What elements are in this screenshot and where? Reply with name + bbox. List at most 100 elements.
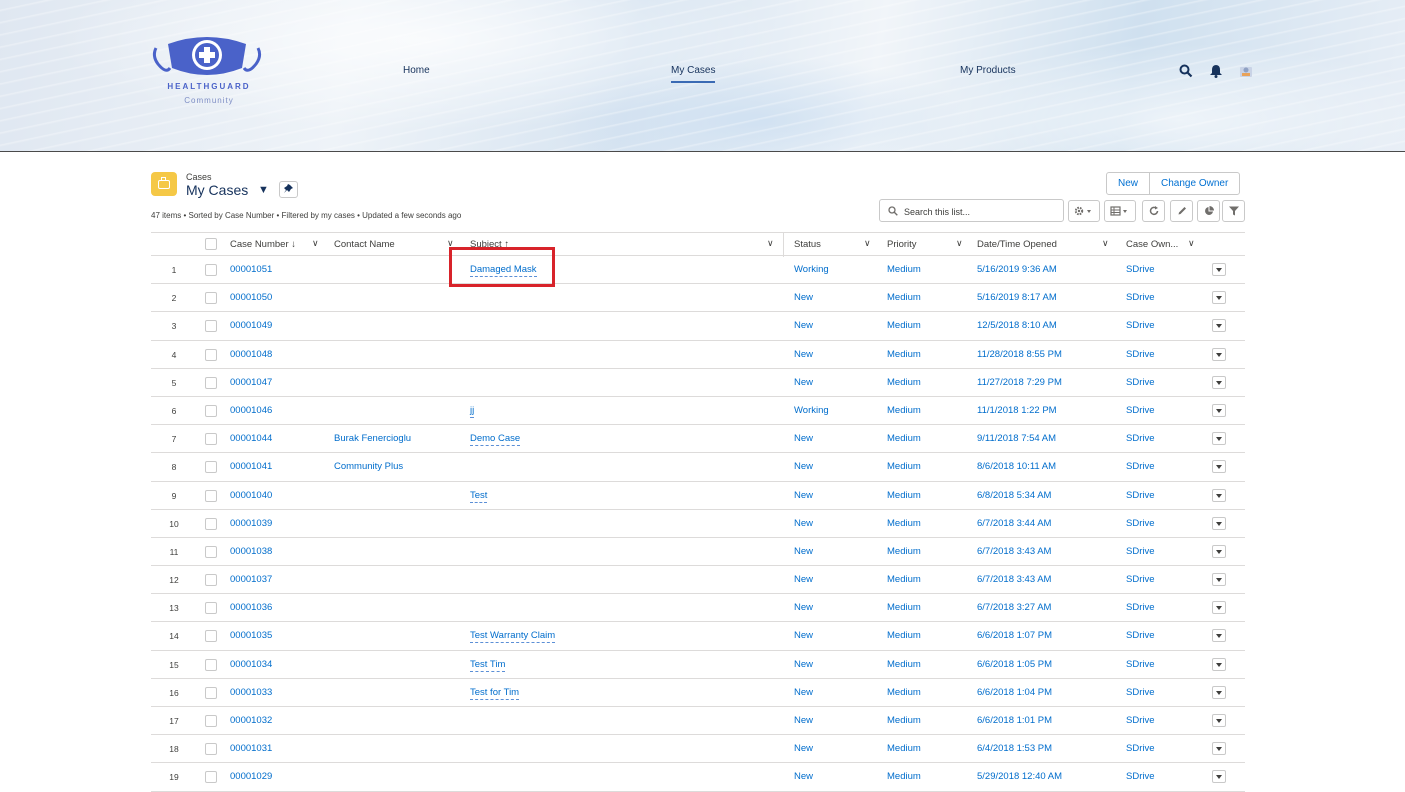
case-number-link[interactable]: 00001039	[230, 518, 272, 529]
change-owner-button[interactable]: Change Owner	[1149, 173, 1239, 194]
list-settings-button[interactable]	[1068, 200, 1100, 222]
row-actions-menu[interactable]	[1212, 742, 1226, 756]
case-owner-link[interactable]: SDrive	[1126, 405, 1155, 416]
row-checkbox[interactable]	[205, 264, 217, 276]
row-actions-menu[interactable]	[1212, 544, 1226, 558]
row-actions-menu[interactable]	[1212, 432, 1226, 446]
case-number-link[interactable]: 00001049	[230, 320, 272, 331]
nav-home[interactable]: Home	[403, 65, 430, 76]
case-owner-link[interactable]: SDrive	[1126, 630, 1155, 641]
case-owner-link[interactable]: SDrive	[1126, 518, 1155, 529]
case-owner-link[interactable]: SDrive	[1126, 490, 1155, 501]
date-opened-menu-icon[interactable]: ∨	[1102, 238, 1109, 249]
row-actions-menu[interactable]	[1212, 403, 1226, 417]
new-button[interactable]: New	[1107, 173, 1149, 194]
row-checkbox[interactable]	[205, 461, 217, 474]
row-actions-menu[interactable]	[1212, 488, 1226, 502]
case-owner-link[interactable]: SDrive	[1126, 264, 1155, 275]
row-checkbox[interactable]	[205, 743, 217, 756]
contact-name-link[interactable]: Community Plus	[334, 461, 403, 472]
row-checkbox[interactable]	[205, 320, 217, 333]
case-owner-link[interactable]: SDrive	[1126, 743, 1155, 754]
case-owner-link[interactable]: SDrive	[1126, 771, 1155, 782]
case-number-link[interactable]: 00001032	[230, 715, 272, 726]
case-number-link[interactable]: 00001036	[230, 602, 272, 613]
row-actions-menu[interactable]	[1212, 263, 1226, 276]
row-actions-menu[interactable]	[1212, 714, 1226, 727]
subject-link[interactable]: Test for Tim	[470, 686, 520, 700]
bell-icon[interactable]	[1209, 64, 1223, 78]
refresh-button[interactable]	[1142, 200, 1165, 222]
case-number-link[interactable]: 00001035	[230, 630, 272, 641]
subject-link[interactable]: Test Tim	[470, 658, 506, 672]
column-header-case-owner[interactable]: Case Own...	[1126, 239, 1178, 250]
case-owner-link[interactable]: SDrive	[1126, 574, 1155, 585]
case-number-link[interactable]: 00001048	[230, 349, 272, 360]
case-number-link[interactable]: 00001037	[230, 574, 272, 585]
row-checkbox[interactable]	[205, 376, 217, 389]
case-number-link[interactable]: 00001044	[230, 433, 272, 444]
row-actions-menu[interactable]	[1212, 319, 1226, 333]
row-actions-menu[interactable]	[1212, 629, 1226, 643]
user-avatar-icon[interactable]	[1239, 64, 1253, 78]
row-checkbox[interactable]	[205, 348, 217, 361]
case-owner-link[interactable]: SDrive	[1126, 546, 1155, 557]
case-number-link[interactable]: 00001029	[230, 771, 272, 782]
filter-button[interactable]	[1222, 200, 1245, 222]
inline-edit-button[interactable]	[1170, 200, 1193, 222]
list-view-title[interactable]: My Cases	[186, 182, 248, 198]
case-number-link[interactable]: 00001046	[230, 405, 272, 416]
row-actions-menu[interactable]	[1212, 685, 1226, 699]
case-number-link[interactable]: 00001038	[230, 546, 272, 557]
case-owner-link[interactable]: SDrive	[1126, 292, 1155, 303]
subject-menu-icon[interactable]: ∨	[767, 238, 774, 249]
row-checkbox[interactable]	[205, 658, 217, 671]
select-all-checkbox[interactable]	[205, 238, 217, 250]
column-header-contact-name[interactable]: Contact Name	[334, 239, 395, 250]
case-owner-link[interactable]: SDrive	[1126, 715, 1155, 726]
row-checkbox[interactable]	[205, 574, 217, 587]
column-header-date-opened[interactable]: Date/Time Opened	[977, 239, 1057, 250]
search-icon[interactable]	[1179, 64, 1193, 78]
case-owner-link[interactable]: SDrive	[1126, 687, 1155, 698]
case-number-link[interactable]: 00001033	[230, 687, 272, 698]
pin-list-button[interactable]	[279, 181, 298, 198]
row-actions-menu[interactable]	[1212, 375, 1226, 389]
subject-link[interactable]: Test Warranty Claim	[470, 630, 556, 644]
subject-link[interactable]: Test	[470, 489, 488, 503]
nav-my-cases[interactable]: My Cases	[671, 65, 716, 83]
case-number-link[interactable]: 00001041	[230, 461, 272, 472]
subject-link[interactable]: jj	[470, 404, 475, 418]
column-header-case-number[interactable]: Case Number ↓	[230, 239, 296, 250]
row-actions-menu[interactable]	[1212, 347, 1226, 361]
case-owner-link[interactable]: SDrive	[1126, 461, 1155, 472]
case-number-link[interactable]: 00001050	[230, 292, 272, 303]
row-checkbox[interactable]	[205, 686, 217, 699]
case-owner-link[interactable]: SDrive	[1126, 659, 1155, 670]
case-number-menu-icon[interactable]: ∨	[312, 238, 319, 249]
subject-link[interactable]: Demo Case	[470, 433, 521, 447]
case-number-link[interactable]: 00001034	[230, 659, 272, 670]
case-owner-link[interactable]: SDrive	[1126, 377, 1155, 388]
row-checkbox[interactable]	[205, 602, 217, 615]
row-actions-menu[interactable]	[1212, 516, 1226, 530]
charts-button[interactable]	[1197, 200, 1220, 222]
case-owner-link[interactable]: SDrive	[1126, 320, 1155, 331]
row-checkbox[interactable]	[205, 715, 217, 727]
status-menu-icon[interactable]: ∨	[864, 238, 871, 249]
case-owner-menu-icon[interactable]: ∨	[1188, 238, 1195, 249]
row-actions-menu[interactable]	[1212, 573, 1226, 587]
list-view-dropdown-icon[interactable]: ▼	[258, 184, 269, 196]
search-list-input[interactable]	[902, 203, 1056, 220]
row-actions-menu[interactable]	[1212, 601, 1226, 615]
row-checkbox[interactable]	[205, 433, 217, 446]
row-checkbox[interactable]	[205, 292, 217, 305]
case-owner-link[interactable]: SDrive	[1126, 602, 1155, 613]
contact-name-link[interactable]: Burak Fenercioglu	[334, 433, 411, 444]
case-number-link[interactable]: 00001031	[230, 743, 272, 754]
row-actions-menu[interactable]	[1212, 460, 1226, 474]
row-checkbox[interactable]	[205, 404, 217, 417]
column-resize-handle[interactable]	[783, 233, 784, 257]
row-actions-menu[interactable]	[1212, 657, 1226, 671]
priority-menu-icon[interactable]: ∨	[956, 238, 963, 249]
